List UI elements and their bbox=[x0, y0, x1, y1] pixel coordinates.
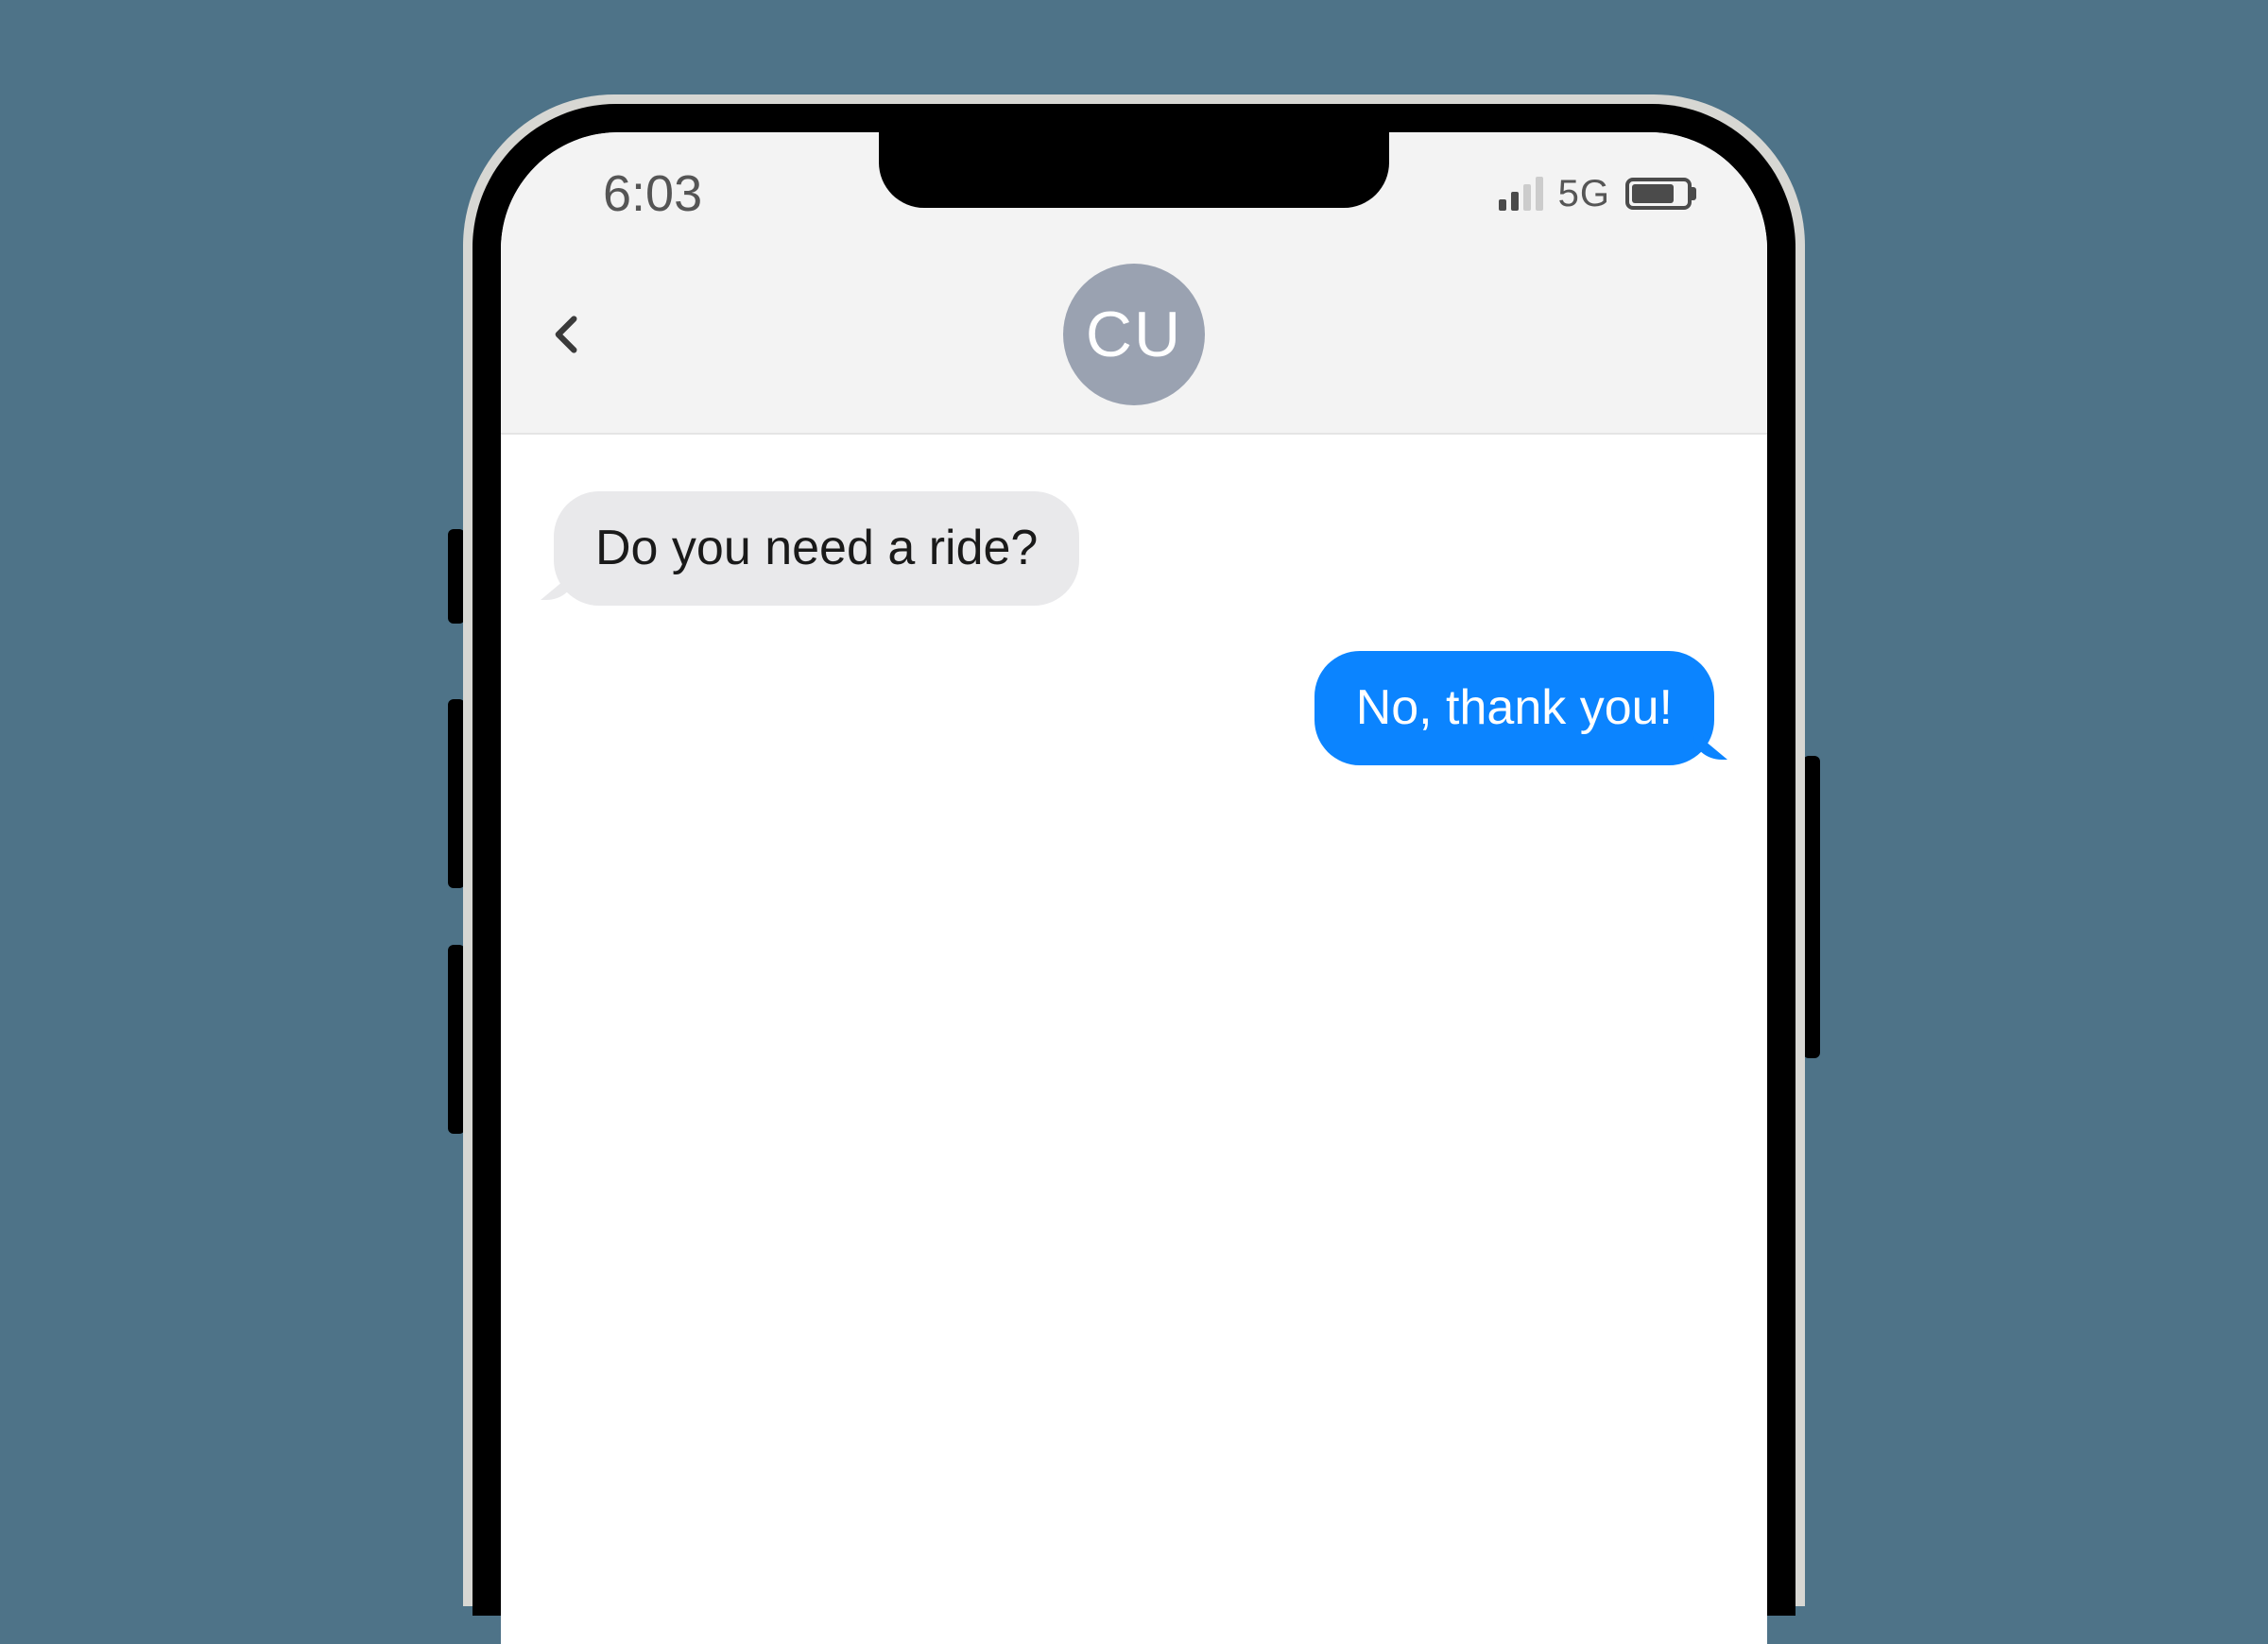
signal-icon bbox=[1499, 177, 1543, 211]
avatar-initials: CU bbox=[1086, 298, 1182, 371]
side-button-power bbox=[1803, 756, 1820, 1058]
battery-fill bbox=[1632, 184, 1674, 203]
message-bubble-outgoing[interactable]: No, thank you! bbox=[1314, 651, 1714, 765]
back-button[interactable] bbox=[546, 314, 588, 355]
phone-notch bbox=[879, 132, 1389, 208]
messages-list[interactable]: Do you need a ride? No, thank you! bbox=[501, 435, 1767, 867]
contact-avatar[interactable]: CU bbox=[1063, 264, 1205, 405]
status-right-group: 5G bbox=[1499, 173, 1692, 215]
message-text: Do you need a ride? bbox=[595, 521, 1038, 575]
phone-device: 6:03 5G CU bbox=[463, 94, 1805, 1512]
battery-icon bbox=[1625, 178, 1692, 210]
chevron-left-icon bbox=[546, 314, 588, 355]
message-row-incoming: Do you need a ride? bbox=[554, 491, 1714, 606]
message-bubble-incoming[interactable]: Do you need a ride? bbox=[554, 491, 1079, 606]
conversation-header: CU bbox=[501, 236, 1767, 435]
message-text: No, thank you! bbox=[1356, 680, 1673, 735]
phone-screen: 6:03 5G CU bbox=[501, 132, 1767, 1644]
status-time: 6:03 bbox=[603, 164, 702, 223]
network-label: 5G bbox=[1558, 173, 1610, 215]
message-row-outgoing: No, thank you! bbox=[554, 651, 1714, 765]
